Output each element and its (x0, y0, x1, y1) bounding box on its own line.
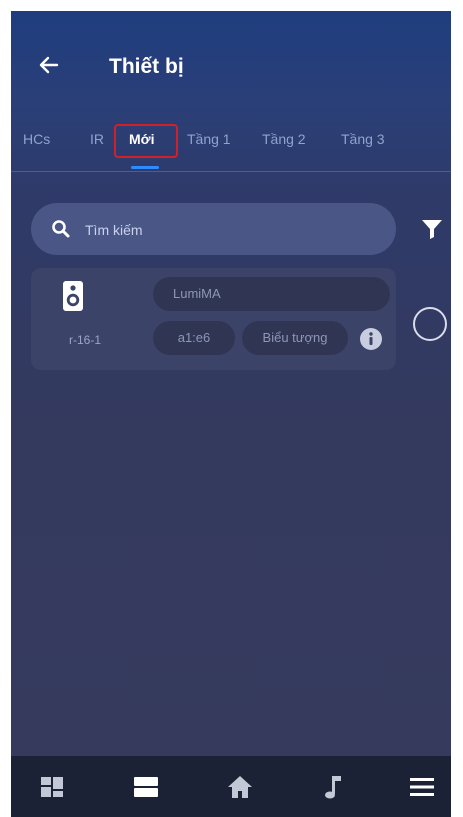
home-icon[interactable] (227, 774, 253, 800)
page-title: Thiết bị (109, 55, 184, 78)
choose-icon-button[interactable]: Biểu tượng (242, 321, 348, 355)
filter-icon[interactable] (420, 217, 444, 241)
app-screen: Thiết bị HCs IR Mới Tầng 1 Tầng 2 Tầng 3… (11, 11, 451, 817)
active-tab-indicator (131, 166, 159, 169)
select-device-radio[interactable] (413, 307, 447, 341)
dashboard-icon[interactable] (39, 774, 65, 800)
search-input[interactable] (83, 218, 367, 242)
tab-hcs[interactable]: HCs (23, 131, 50, 147)
device-id: r-16-1 (69, 333, 102, 347)
search-icon (52, 220, 70, 238)
search-bar[interactable] (31, 203, 396, 255)
tab-tang-2[interactable]: Tầng 2 (262, 131, 306, 147)
tab-tang-1[interactable]: Tầng 1 (187, 131, 231, 147)
header-divider (11, 171, 451, 172)
tab-bar: HCs IR Mới Tầng 1 Tầng 2 Tầng 3 (11, 119, 451, 169)
rooms-icon[interactable] (133, 774, 159, 800)
info-icon[interactable] (360, 328, 382, 350)
device-code-badge: a1:e6 (153, 321, 235, 355)
bottom-nav (11, 756, 451, 817)
tab-tang-3[interactable]: Tầng 3 (341, 131, 385, 147)
tab-ir[interactable]: IR (90, 131, 104, 147)
device-card[interactable]: r-16-1 LumiMA a1:e6 Biểu tượng (31, 268, 396, 370)
menu-icon[interactable] (409, 774, 435, 800)
device-name-field[interactable]: LumiMA (153, 277, 390, 311)
app-header: Thiết bị (11, 11, 451, 121)
back-arrow-icon[interactable] (37, 53, 61, 77)
speaker-icon (63, 281, 83, 311)
tab-moi[interactable]: Mới (129, 131, 155, 147)
music-note-icon[interactable] (319, 774, 345, 800)
